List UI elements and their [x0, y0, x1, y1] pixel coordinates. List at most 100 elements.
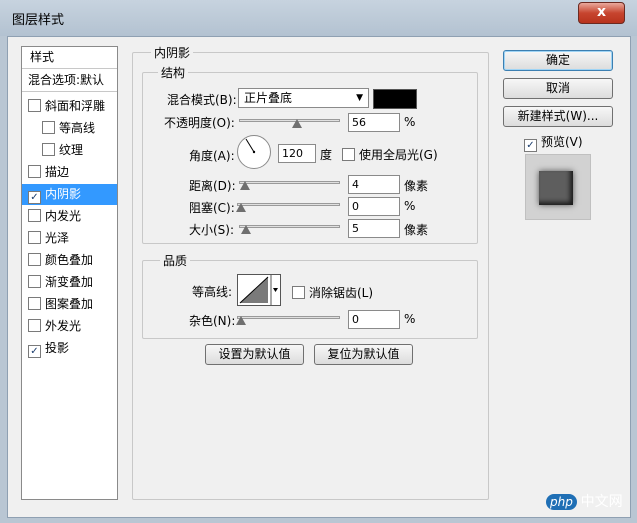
blend-mode-value: 正片叠底 — [244, 91, 293, 105]
style-list-item[interactable]: 斜面和浮雕 — [22, 96, 117, 117]
shadow-color-swatch[interactable] — [373, 89, 417, 109]
blend-mode-label: 混合模式(B): — [167, 93, 237, 107]
style-list-item-label: 光泽 — [45, 231, 70, 245]
style-list: 样式 混合选项:默认 斜面和浮雕等高线纹理描边 ✓ 内阴影内发光光泽颜色叠加渐变叠加… — [21, 46, 118, 500]
watermark-brand: php — [546, 494, 577, 510]
opacity-slider-thumb[interactable] — [292, 119, 302, 128]
preview-option[interactable]: ✓ 预览(V) — [524, 133, 583, 152]
contour-linear-icon — [239, 275, 278, 305]
chevron-down-icon: ▼ — [356, 93, 363, 103]
style-list-item-label: 颜色叠加 — [45, 253, 94, 267]
opacity-input[interactable]: 56 — [348, 113, 400, 132]
window-title: 图层样式 — [12, 13, 65, 28]
style-checkbox[interactable] — [28, 275, 41, 288]
size-slider-thumb[interactable] — [241, 225, 251, 234]
style-list-item[interactable]: 图案叠加 — [22, 294, 117, 315]
ok-button[interactable]: 确定 — [503, 50, 613, 71]
size-input[interactable]: 5 — [348, 219, 400, 238]
style-list-item-label: 等高线 — [59, 121, 96, 135]
angle-input[interactable]: 120 — [278, 144, 316, 163]
new-style-button[interactable]: 新建样式(W)... — [503, 106, 613, 127]
preview-swatch — [539, 171, 573, 205]
distance-input[interactable]: 4 — [348, 175, 400, 194]
style-list-header[interactable]: 样式 — [22, 47, 117, 69]
noise-unit: % — [404, 312, 416, 326]
reset-default-button[interactable]: 复位为默认值 — [314, 344, 413, 365]
noise-slider-thumb[interactable] — [236, 316, 246, 325]
cancel-button[interactable]: 取消 — [503, 78, 613, 99]
noise-input[interactable]: 0 — [348, 310, 400, 329]
blend-mode-select[interactable]: 正片叠底 ▼ — [238, 88, 369, 108]
watermark-site: 中文网 — [580, 494, 623, 510]
style-checkbox[interactable] — [42, 121, 55, 134]
distance-label: 距离(D): — [189, 179, 236, 193]
style-checkbox[interactable] — [42, 143, 55, 156]
style-list-item-label: 斜面和浮雕 — [45, 99, 106, 113]
style-list-item[interactable]: 光泽 — [22, 228, 117, 249]
preview-checkbox[interactable]: ✓ — [524, 139, 537, 152]
style-list-item[interactable]: 渐变叠加 — [22, 272, 117, 293]
style-list-item-label: 内阴影 — [45, 187, 82, 201]
style-list-item[interactable]: ✓ 投影 — [22, 338, 117, 359]
style-checkbox[interactable] — [28, 99, 41, 112]
distance-slider-track[interactable] — [239, 181, 340, 184]
contour-picker[interactable] — [237, 274, 281, 306]
choke-slider-track[interactable] — [237, 203, 340, 206]
contour-label: 等高线: — [192, 285, 233, 299]
style-list-item[interactable]: 描边 — [22, 162, 117, 183]
style-list-item[interactable]: 外发光 — [22, 316, 117, 337]
style-list-item-label: 投影 — [45, 341, 70, 355]
opacity-unit: % — [404, 115, 416, 129]
opacity-label: 不透明度(O): — [164, 116, 235, 130]
style-list-item-label: 描边 — [45, 165, 70, 179]
global-light-option[interactable]: 使用全局光(G) — [342, 146, 438, 163]
inner-shadow-title: 内阴影 — [151, 44, 194, 61]
size-unit: 像素 — [404, 223, 429, 237]
style-list-item-label: 外发光 — [45, 319, 82, 333]
opacity-slider-track[interactable] — [239, 119, 340, 122]
size-slider-track[interactable] — [239, 225, 340, 228]
structure-title: 结构 — [158, 64, 189, 81]
style-list-item[interactable]: ✓ 内阴影 — [22, 184, 117, 205]
style-list-item[interactable]: 等高线 — [22, 118, 117, 139]
choke-input[interactable]: 0 — [348, 197, 400, 216]
antialias-option[interactable]: 消除锯齿(L) — [292, 284, 373, 301]
style-list-item-label: 渐变叠加 — [45, 275, 94, 289]
blend-options-item[interactable]: 混合选项:默认 — [22, 70, 117, 92]
title-bar — [0, 0, 637, 36]
antialias-label: 消除锯齿(L) — [309, 286, 374, 300]
close-icon: x — [596, 4, 607, 20]
style-checkbox[interactable] — [28, 297, 41, 310]
choke-slider-thumb[interactable] — [236, 203, 246, 212]
choke-label: 阻塞(C): — [189, 201, 235, 215]
style-checkbox[interactable] — [28, 231, 41, 244]
style-preview-thumbnail — [525, 154, 591, 220]
angle-unit: 度 — [320, 148, 333, 162]
style-list-item-label: 图案叠加 — [45, 297, 94, 311]
style-checkbox[interactable] — [28, 319, 41, 332]
angle-dial[interactable] — [236, 134, 272, 170]
close-button[interactable]: x — [578, 2, 625, 24]
choke-unit: % — [404, 199, 416, 213]
style-list-item[interactable]: 内发光 — [22, 206, 117, 227]
style-checkbox[interactable] — [28, 165, 41, 178]
make-default-button[interactable]: 设置为默认值 — [205, 344, 304, 365]
noise-label: 杂色(N): — [189, 314, 236, 328]
style-checkbox[interactable]: ✓ — [28, 191, 41, 204]
style-checkbox[interactable] — [28, 209, 41, 222]
antialias-checkbox[interactable] — [292, 286, 305, 299]
style-list-item-label: 内发光 — [45, 209, 82, 223]
style-list-item[interactable]: 纹理 — [22, 140, 117, 161]
quality-title: 品质 — [160, 252, 191, 269]
global-light-label: 使用全局光(G) — [359, 148, 438, 162]
style-list-item[interactable]: 颜色叠加 — [22, 250, 117, 271]
noise-slider-track[interactable] — [237, 316, 340, 319]
size-label: 大小(S): — [189, 223, 235, 237]
site-watermark: php 中文网 — [546, 491, 626, 513]
style-checkbox[interactable] — [28, 253, 41, 266]
distance-unit: 像素 — [404, 179, 429, 193]
style-checkbox[interactable]: ✓ — [28, 345, 41, 358]
global-light-checkbox[interactable] — [342, 148, 355, 161]
distance-slider-thumb[interactable] — [240, 181, 250, 190]
angle-label: 角度(A): — [189, 149, 235, 163]
